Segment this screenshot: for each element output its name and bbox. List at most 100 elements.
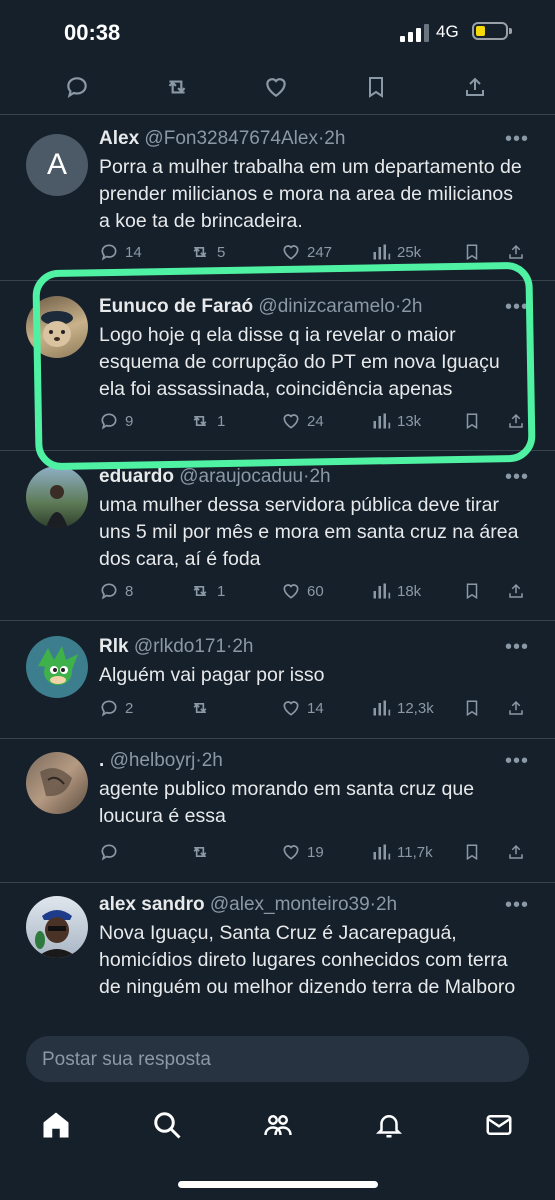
reply-tweet[interactable]: A Alex @Fon32847674Alex·2h ••• Porra a m… <box>0 114 555 281</box>
share-icon <box>509 244 523 259</box>
share-action[interactable] <box>507 242 525 262</box>
author-name[interactable]: . <box>99 750 104 771</box>
share-action[interactable] <box>507 581 525 601</box>
more-options-icon[interactable]: ••• <box>505 128 529 151</box>
tweet-header: Rlk @rlkdo171·2h <box>99 636 254 657</box>
more-options-icon[interactable]: ••• <box>505 466 529 489</box>
like-count: 19 <box>307 843 324 861</box>
tweet-header: eduardo @araujocaduu·2h <box>99 466 331 487</box>
avatar[interactable] <box>26 466 88 528</box>
retweet-count: 1 <box>217 582 226 600</box>
retweet-action[interactable] <box>189 842 217 862</box>
like-action[interactable]: 19 <box>281 842 324 862</box>
author-handle[interactable]: @Fon32847674Alex <box>144 128 318 149</box>
reply-action[interactable]: 8 <box>99 581 133 601</box>
search-icon[interactable] <box>150 1108 184 1142</box>
like-icon <box>283 701 299 716</box>
like-action[interactable]: 60 <box>281 581 324 601</box>
share-icon <box>509 844 523 859</box>
more-options-icon[interactable]: ••• <box>505 894 529 917</box>
bookmark-action[interactable] <box>463 581 481 601</box>
views-icon <box>373 583 391 599</box>
share-action[interactable] <box>507 698 525 718</box>
reply-icon[interactable] <box>62 72 92 102</box>
views-icon <box>373 244 391 260</box>
author-name[interactable]: Alex <box>99 128 139 149</box>
retweet-icon[interactable] <box>162 72 192 102</box>
more-options-icon[interactable]: ••• <box>505 636 529 659</box>
retweet-action[interactable] <box>189 698 217 718</box>
retweet-count: 5 <box>217 243 226 261</box>
retweet-icon <box>193 247 207 257</box>
tweet-text: Nova Iguaçu, Santa Cruz é Jacarepaguá, h… <box>99 922 516 998</box>
author-handle[interactable]: @rlkdo171 <box>134 636 226 657</box>
avatar[interactable] <box>26 636 88 698</box>
view-count: 18k <box>397 582 422 600</box>
views-action[interactable]: 12,3k <box>371 698 434 718</box>
reply-action[interactable]: 14 <box>99 242 142 262</box>
bookmark-action[interactable] <box>463 698 481 718</box>
signal-icon <box>400 24 429 42</box>
like-action[interactable]: 14 <box>281 698 324 718</box>
retweet-icon <box>193 703 207 713</box>
reply-tweet[interactable]: eduardo @araujocaduu·2h ••• uma mulher d… <box>0 450 555 621</box>
views-action[interactable]: 25k <box>371 242 421 262</box>
background-header-ghost <box>160 18 166 41</box>
views-icon <box>373 700 391 716</box>
views-action[interactable]: 11,7k <box>371 842 433 862</box>
author-handle[interactable]: @helboyrj <box>110 750 196 771</box>
view-count: 11,7k <box>397 843 433 861</box>
more-options-icon[interactable]: ••• <box>505 750 529 773</box>
like-action[interactable]: 247 <box>281 242 332 262</box>
like-icon <box>283 584 299 599</box>
home-icon[interactable] <box>39 1108 73 1142</box>
tweet-text: uma mulher dessa servidora pública deve … <box>99 494 519 570</box>
avatar[interactable] <box>26 752 88 814</box>
bookmark-action[interactable] <box>463 842 481 862</box>
reply-input[interactable]: Postar sua resposta <box>26 1036 529 1082</box>
tweet-actions: 19 11,7k <box>99 842 529 866</box>
author-handle[interactable]: @alex_monteiro39 <box>210 894 370 915</box>
tweet-text: Alguém vai pagar por isso <box>99 664 325 686</box>
tweet-header: Alex @Fon32847674Alex·2h <box>99 128 346 149</box>
author-handle[interactable]: @araujocaduu <box>179 466 303 487</box>
main-tweet-action-bar <box>0 62 555 115</box>
retweet-action[interactable]: 1 <box>189 581 225 601</box>
avatar[interactable]: A <box>26 134 88 196</box>
views-action[interactable]: 18k <box>371 581 421 601</box>
share-icon <box>509 700 523 715</box>
status-time: 00:38 <box>64 20 121 45</box>
highlight-annotation <box>32 261 536 471</box>
reply-tweet[interactable]: Rlk @rlkdo171·2h ••• Alguém vai pagar po… <box>0 620 555 739</box>
share-action[interactable] <box>507 842 525 862</box>
like-icon[interactable] <box>261 72 291 102</box>
author-name[interactable]: alex sandro <box>99 894 205 915</box>
notifications-icon[interactable] <box>372 1108 406 1142</box>
reply-tweet[interactable]: . @helboyrj·2h ••• agente publico morand… <box>0 738 555 883</box>
messages-icon[interactable] <box>482 1108 516 1142</box>
bookmark-action[interactable] <box>463 242 481 262</box>
like-icon <box>283 845 299 860</box>
tweet-time: 2h <box>232 636 254 657</box>
reply-tweet[interactable]: alex sandro @alex_monteiro39·2h ••• Nova… <box>0 882 555 1028</box>
view-count: 25k <box>397 243 422 261</box>
reply-action[interactable] <box>99 842 125 862</box>
tweet-actions: 2 14 12,3k <box>99 698 529 722</box>
retweet-action[interactable]: 5 <box>189 242 225 262</box>
like-count: 60 <box>307 582 324 600</box>
bookmark-icon <box>466 583 478 600</box>
share-icon[interactable] <box>460 72 490 102</box>
reply-placeholder: Postar sua resposta <box>42 1049 211 1070</box>
author-name[interactable]: eduardo <box>99 466 174 487</box>
tweet-header: alex sandro @alex_monteiro39·2h <box>99 894 398 915</box>
bookmark-icon[interactable] <box>361 72 391 102</box>
retweet-icon <box>193 586 207 596</box>
like-icon <box>283 245 299 260</box>
author-name[interactable]: Rlk <box>99 636 129 657</box>
reply-count: 8 <box>125 582 134 600</box>
avatar[interactable] <box>26 896 88 958</box>
reply-icon <box>101 700 117 717</box>
communities-icon[interactable] <box>261 1108 295 1142</box>
bookmark-icon <box>466 700 478 717</box>
reply-action[interactable]: 2 <box>99 698 133 718</box>
